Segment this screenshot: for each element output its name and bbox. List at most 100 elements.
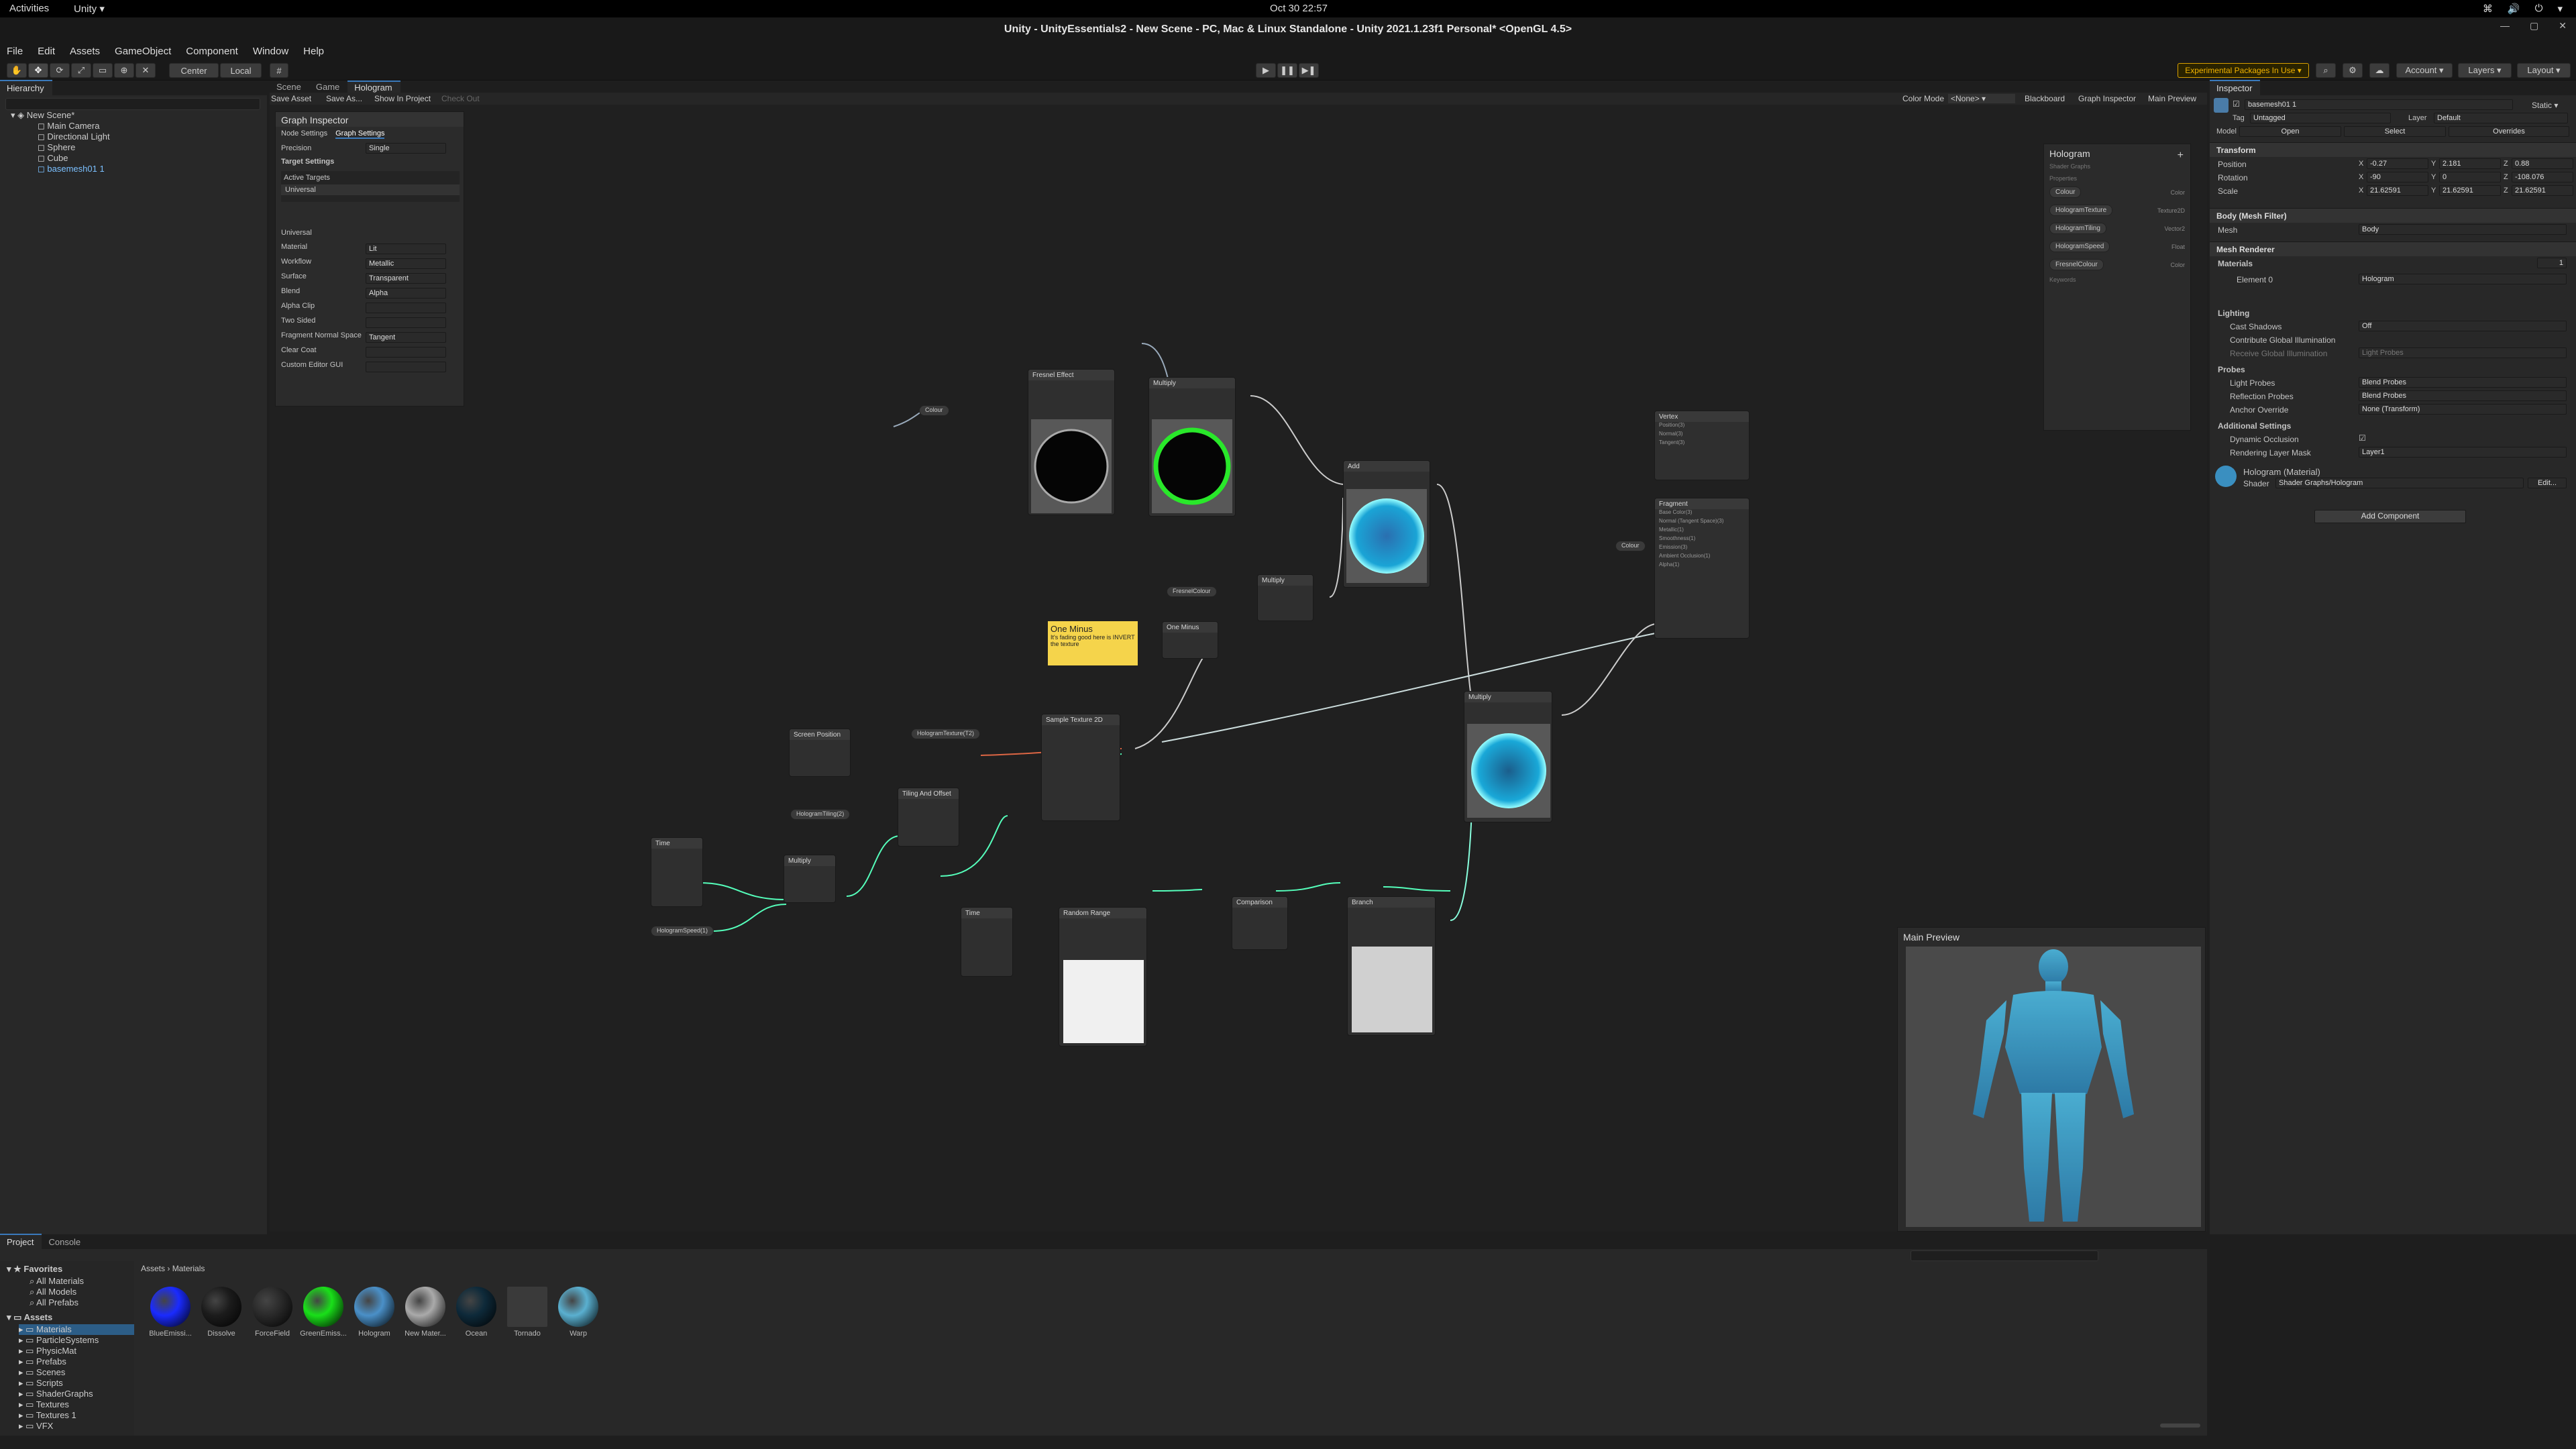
transform-header[interactable]: Transform [2210,142,2576,157]
menu-file[interactable]: File [7,46,23,57]
light-probes-dropdown[interactable]: Blend Probes [2359,377,2567,388]
shader-graph-canvas[interactable]: Fresnel Effect Multiply Add Multiply One… [270,105,2207,1232]
graph-setting-value[interactable] [366,303,446,313]
position-y-field[interactable]: 2.181 [2439,158,2501,169]
menu-edit[interactable]: Edit [38,46,55,57]
node-multiply[interactable]: Multiply [1257,574,1313,621]
hierarchy-item[interactable]: ◻ Cube [38,153,68,164]
graph-setting-value[interactable]: Transparent [366,273,446,284]
node-sample-texture-2d[interactable]: Sample Texture 2D [1041,714,1120,821]
folder-item[interactable]: ▸ ▭ Textures 1 [19,1410,76,1421]
target-item[interactable]: Universal [281,184,460,195]
dynamic-occlusion-checkbox[interactable]: ☑ [2359,433,2366,443]
menu-assets[interactable]: Assets [70,46,100,57]
graph-inspector-toggle[interactable]: Graph Inspector [2078,94,2136,103]
tab-scene[interactable]: Scene [270,80,309,93]
graph-setting-value[interactable] [366,362,446,372]
minimize-icon[interactable]: — [2500,20,2510,32]
zoom-slider[interactable] [2160,1424,2200,1428]
vertex-port[interactable]: Tangent(3) [1655,439,1749,448]
play-button[interactable]: ▶ [1256,63,1276,78]
folder-item[interactable]: ▸ ▭ ParticleSystems [19,1335,99,1346]
property-node-texture[interactable]: HologramTexture(T2) [911,729,981,739]
network-icon[interactable]: ⌘ [2483,3,2493,15]
fragment-port[interactable]: Ambient Occlusion(1) [1655,553,1749,561]
hierarchy-search-input[interactable] [5,98,260,110]
rendering-layer-dropdown[interactable]: Layer1 [2359,447,2567,458]
scale-y-field[interactable]: 21.62591 [2439,185,2501,196]
materials-count-field[interactable]: 1 [2537,258,2567,268]
favorite-item[interactable]: ⌕ All Models [30,1287,76,1297]
mesh-renderer-header[interactable]: Mesh Renderer [2210,241,2576,256]
blackboard-property[interactable]: Colour Color [2044,183,2190,201]
menu-component[interactable]: Component [186,46,238,57]
experimental-packages-button[interactable]: Experimental Packages In Use ▾ [2178,63,2309,78]
collab-icon[interactable]: ⚙ [2343,63,2363,78]
favorites-foldout[interactable]: ▾ ★ Favorites [7,1264,62,1275]
main-preview-viewport[interactable] [1906,947,2201,1227]
move-tool-icon[interactable]: ✥ [28,63,48,78]
node-random-range[interactable]: Random Range [1059,907,1147,1046]
property-node-colour[interactable]: Colour [919,405,949,416]
node-multiply[interactable]: Multiply [784,855,836,903]
pivot-center-button[interactable]: Center [169,63,219,78]
asset-item[interactable]: Warp [554,1287,602,1338]
graph-setting-value[interactable]: Alpha [366,288,446,299]
rotation-z-field[interactable]: -108.076 [2512,172,2573,182]
active-checkbox[interactable]: ☑ [2233,99,2240,109]
graph-setting-value[interactable] [366,317,446,328]
folder-item[interactable]: ▸ ▭ PhysicMat [19,1346,76,1356]
graph-setting-value[interactable] [366,347,446,358]
menu-help[interactable]: Help [303,46,324,57]
hierarchy-item[interactable]: ◻ Directional Light [38,131,110,142]
graph-setting-value[interactable]: Lit [366,244,446,254]
property-node-fresnel-colour[interactable]: FresnelColour [1167,586,1217,597]
assets-foldout[interactable]: ▾ ▭ Assets [7,1312,52,1323]
cast-shadows-dropdown[interactable]: Off [2359,321,2567,331]
mesh-filter-header[interactable]: Body (Mesh Filter) [2210,208,2576,223]
blackboard-property[interactable]: FresnelColour Color [2044,256,2190,274]
anchor-override-field[interactable]: None (Transform) [2359,404,2567,415]
breadcrumb-assets[interactable]: Assets [141,1264,165,1273]
asset-item[interactable]: GreenEmiss... [299,1287,347,1338]
asset-item[interactable]: Dissolve [197,1287,246,1338]
hierarchy-item[interactable]: ◻ Sphere [38,142,75,153]
property-name[interactable]: Colour [2049,186,2082,198]
fragment-port[interactable]: Alpha(1) [1655,561,1749,570]
tab-project[interactable]: Project [0,1234,42,1249]
favorite-item[interactable]: ⌕ All Prefabs [30,1297,78,1308]
search-icon[interactable]: ⌕ [2316,63,2336,78]
receive-gi-dropdown[interactable]: Light Probes [2359,347,2567,358]
node-comparison[interactable]: Comparison [1232,896,1288,950]
tab-hierarchy[interactable]: Hierarchy [0,80,52,95]
universal-foldout[interactable]: Universal [281,229,312,237]
power-icon[interactable]: ⏻ [2535,3,2543,15]
reflection-probes-dropdown[interactable]: Blend Probes [2359,390,2567,401]
breadcrumb-materials[interactable]: Materials [172,1264,205,1273]
pause-button[interactable]: ❚❚ [1277,63,1297,78]
blackboard-toggle[interactable]: Blackboard [2025,94,2065,103]
asset-item[interactable]: Ocean [452,1287,500,1338]
probes-foldout[interactable]: Probes [2218,365,2245,374]
folder-item[interactable]: ▸ ▭ Materials [19,1324,134,1335]
scene-root[interactable]: ▾ ◈ New Scene* [11,110,74,121]
node-one-minus[interactable]: One Minus [1162,621,1218,659]
folder-item[interactable]: ▸ ▭ Scripts [19,1378,63,1389]
fragment-port[interactable]: Smoothness(1) [1655,535,1749,544]
color-mode-dropdown[interactable]: <None> ▾ [1948,94,2015,103]
custom-tool-icon[interactable]: ✕ [136,63,156,78]
node-multiply[interactable]: Multiply [1148,377,1236,517]
master-fragment-block[interactable]: Fragment Base Color(3) Normal (Tangent S… [1654,498,1750,639]
mesh-field[interactable]: Body [2359,224,2567,235]
node-branch[interactable]: Branch [1347,896,1436,1036]
folder-item[interactable]: ▸ ▭ VFX [19,1421,53,1432]
rotate-tool-icon[interactable]: ⟳ [50,63,70,78]
overrides-dropdown[interactable]: Overrides [2449,126,2569,137]
pivot-local-button[interactable]: Local [220,63,262,78]
tab-console[interactable]: Console [42,1235,89,1249]
project-search-input[interactable] [1911,1250,2098,1261]
node-time[interactable]: Time [651,837,703,907]
asset-item[interactable]: BlueEmissi... [146,1287,195,1338]
node-multiply[interactable]: Multiply [1464,691,1552,822]
blackboard-property[interactable]: HologramTiling Vector2 [2044,219,2190,237]
